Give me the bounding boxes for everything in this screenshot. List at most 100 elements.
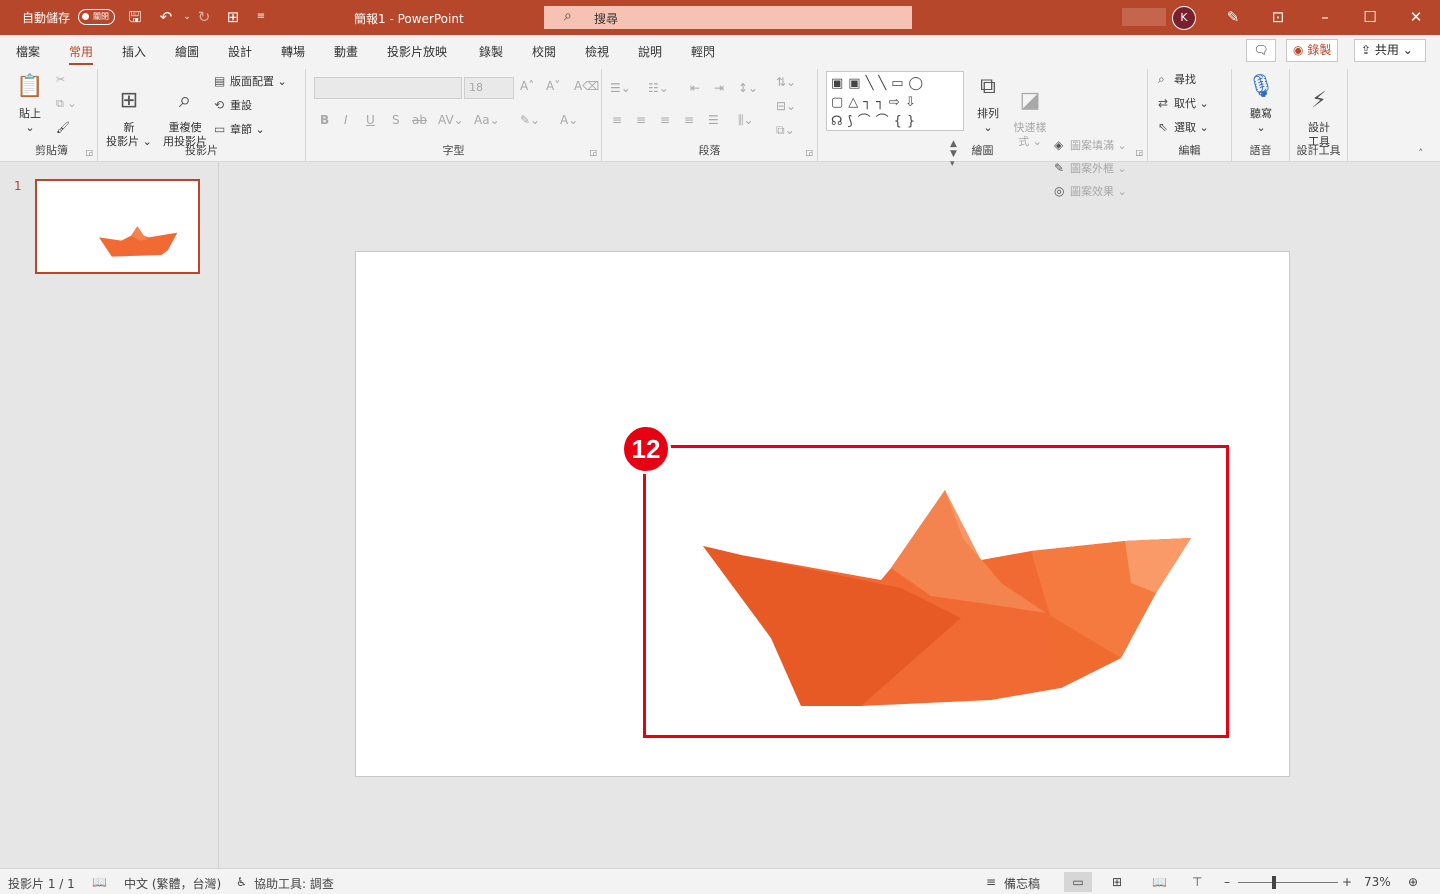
format-painter-icon[interactable]: 🖌 [56,121,70,134]
tab-record[interactable]: 錄製 [479,43,503,60]
font-size-box[interactable]: 18 [464,77,514,99]
notes-button[interactable]: 備忘稿 [1004,875,1040,892]
bullets-icon[interactable]: ☰⌄ [610,81,631,95]
zoom-in-icon[interactable]: + [1342,875,1352,889]
slide-count[interactable]: 投影片 1 / 1 [8,875,75,892]
zoom-level[interactable]: 73% [1364,875,1391,889]
fit-to-window-icon[interactable]: ⊕ [1408,875,1418,889]
tab-insert[interactable]: 插入 [122,43,146,60]
increase-font-icon[interactable]: A˄ [520,79,534,93]
shape-effects-button[interactable]: ◎ 圖案效果 ⌄ [1054,183,1127,199]
quick-styles-button[interactable]: ◪ 快速樣 式 ⌄ [1010,67,1050,149]
bold-icon[interactable]: B [320,113,329,127]
italic-icon[interactable]: I [344,113,348,127]
zoom-slider-thumb[interactable] [1272,876,1276,889]
align-left-icon[interactable]: ≡ [612,113,622,127]
numbering-icon[interactable]: ☷⌄ [648,81,669,95]
strikethrough-icon[interactable]: ab [412,113,427,127]
justify-icon[interactable]: ≡ [684,113,694,127]
font-name-box[interactable] [314,77,462,99]
tab-slideshow[interactable]: 投影片放映 [387,43,447,60]
zoom-slider-track[interactable] [1238,882,1338,883]
search-box[interactable]: ⌕ 搜尋 [544,6,912,29]
shadow-icon[interactable]: S [392,113,400,127]
tab-file[interactable]: 檔案 [16,43,40,60]
char-spacing-icon[interactable]: AV⌄ [438,113,464,127]
font-color-icon[interactable]: A⌄ [560,113,578,127]
shape-fill-button[interactable]: ◈ 圖案填滿 ⌄ [1054,137,1127,153]
ribbon-display-icon[interactable]: ⊡ [1265,6,1291,28]
normal-view-icon[interactable]: ▭ [1064,872,1092,892]
underline-icon[interactable]: U [366,113,375,127]
zoom-out-icon[interactable]: – [1224,875,1230,889]
arrange-button[interactable]: ⧉ 排列 ⌄ [970,67,1006,135]
smartart-icon[interactable]: ⧉⌄ [776,123,795,138]
pen-icon[interactable]: ✎ [1220,6,1246,28]
tab-review[interactable]: 校閱 [532,43,556,60]
paste-button[interactable]: 📋 貼上 ⌄ [12,71,48,135]
reading-view-icon[interactable]: 📖 [1152,875,1167,889]
shapes-gallery[interactable]: ▣▣╲╲▭◯ ▢△┐┐⇨⇩ ☊⟆⌒⌒{} [826,71,964,131]
save-icon[interactable]: 🖫 [124,7,146,29]
increase-indent-icon[interactable]: ⇥ [714,81,724,95]
layout-button[interactable]: ▤ 版面配置 ⌄ [214,73,287,89]
design-ideas-button[interactable]: ⚡ 設計 工具 [1298,71,1340,149]
decrease-indent-icon[interactable]: ⇤ [690,81,700,95]
tab-flash[interactable]: 輕閃 [691,43,715,60]
tab-design[interactable]: 設計 [228,43,252,60]
slide-sorter-icon[interactable]: ⊞ [1112,875,1122,889]
minimize-icon[interactable]: – [1312,6,1338,28]
reuse-slides-button[interactable]: ⌕ 重複使 用投影片 [158,71,212,149]
share-button[interactable]: ⇪ 共用 ⌄ [1354,39,1426,62]
maximize-icon[interactable]: ☐ [1357,6,1383,28]
cut-icon[interactable]: ✂ [56,73,65,86]
start-slideshow-icon[interactable]: ⊞ [222,7,244,29]
copy-icon[interactable]: ⧉ ⌄ [56,97,77,111]
drawing-launcher-icon[interactable]: ◲ [1135,148,1143,157]
paragraph-launcher-icon[interactable]: ◲ [805,148,813,157]
highlight-icon[interactable]: ✎⌄ [520,113,540,127]
undo-icon[interactable]: ↶ [155,7,177,29]
clear-formatting-icon[interactable]: A⌫ [574,79,599,93]
redo-icon[interactable]: ↻ [193,7,215,29]
columns-icon[interactable]: ⫼⌄ [738,113,754,128]
tab-draw[interactable]: 繪圖 [175,43,199,60]
find-button[interactable]: ⌕ 尋找 [1158,71,1196,87]
line-spacing-icon[interactable]: ↕⌄ [738,81,758,95]
gallery-scroll-icon[interactable]: ▲ ▼ ▾ [950,139,957,169]
language-indicator[interactable]: 中文 (繁體，台灣) [124,875,221,892]
align-right-icon[interactable]: ≡ [660,113,670,127]
autosave-toggle[interactable]: 關閉 [78,9,115,25]
customize-qat-icon[interactable]: ≡ [250,7,272,29]
close-icon[interactable]: ✕ [1403,6,1429,28]
change-case-icon[interactable]: Aa⌄ [474,113,500,127]
spelling-icon[interactable]: 📖 [92,875,107,889]
accessibility-status[interactable]: 協助工具: 調查 [254,875,334,892]
align-text-icon[interactable]: ⊟⌄ [776,99,796,113]
section-button[interactable]: ▭ 章節 ⌄ [214,121,265,137]
clipboard-launcher-icon[interactable]: ◲ [85,148,93,157]
avatar[interactable]: K [1172,6,1196,30]
tab-transitions[interactable]: 轉場 [281,43,305,60]
shape-outline-button[interactable]: ✎ 圖案外框 ⌄ [1054,160,1127,176]
comments-button[interactable]: 🗨 [1246,39,1276,62]
tab-view[interactable]: 檢視 [585,43,609,60]
replace-button[interactable]: ⇄ 取代 ⌄ [1158,95,1209,111]
font-launcher-icon[interactable]: ◲ [589,148,597,157]
slide-canvas[interactable]: 12 [355,251,1290,777]
text-direction-icon[interactable]: ⇅⌄ [776,75,796,89]
slideshow-view-icon[interactable]: ⊤ [1192,875,1202,889]
tab-help[interactable]: 說明 [638,43,662,60]
dictate-button[interactable]: 🎙 聽寫 ⌄ [1242,71,1280,135]
reset-button[interactable]: ⟲ 重設 [214,97,252,113]
collapse-ribbon-icon[interactable]: ˄ [1418,147,1424,160]
distributed-icon[interactable]: ☰ [708,113,719,127]
align-center-icon[interactable]: ≡ [636,113,646,127]
new-slide-button[interactable]: ⊞ 新 投影片 ⌄ [104,71,154,149]
decrease-font-icon[interactable]: A˅ [546,79,560,93]
record-button[interactable]: ◉ 錄製 [1286,39,1339,62]
tab-animations[interactable]: 動畫 [334,43,358,60]
tab-home[interactable]: 常用 [69,43,94,66]
slide-thumbnail[interactable] [35,179,200,274]
select-button[interactable]: ⇖ 選取 ⌄ [1158,119,1209,135]
